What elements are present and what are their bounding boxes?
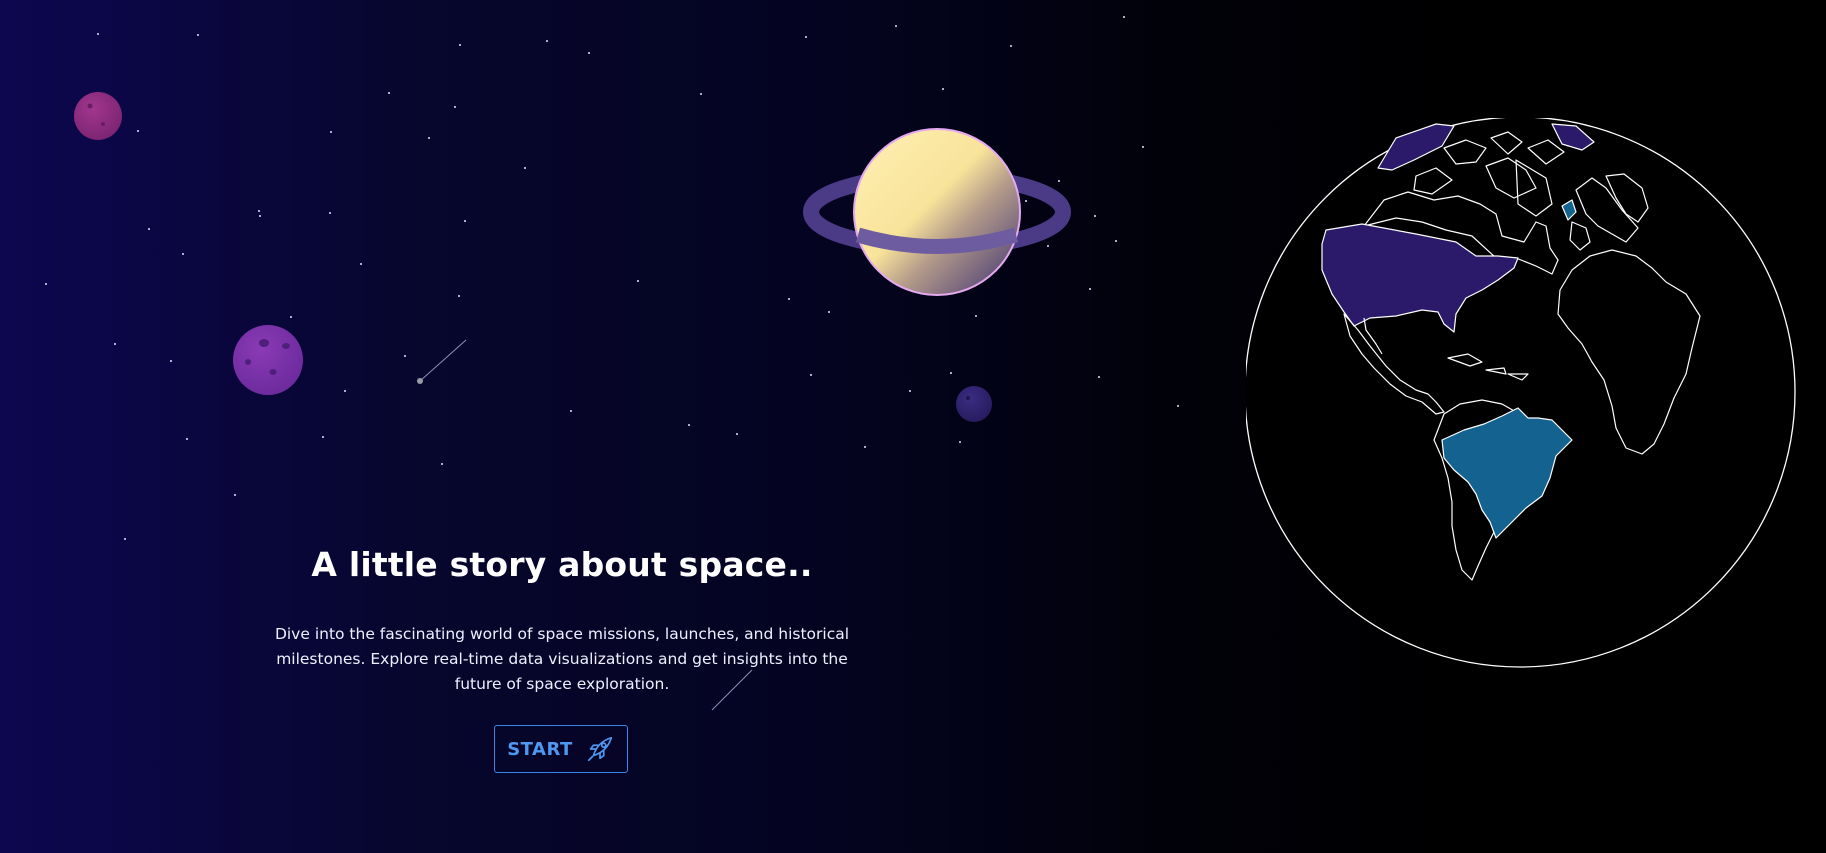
magenta-planet (74, 92, 122, 140)
page-title: A little story about space.. (311, 545, 813, 584)
shooting-star (417, 339, 467, 384)
star (1177, 405, 1179, 407)
hero-section: A little story about space.. Dive into t… (230, 545, 894, 697)
world-globe (1246, 118, 1796, 668)
rocket-icon (587, 736, 612, 762)
start-button[interactable]: START (494, 725, 628, 773)
star (1142, 146, 1144, 148)
purple-planet (233, 325, 303, 395)
star (1115, 240, 1117, 242)
hero-description: Dive into the fascinating world of space… (274, 625, 850, 693)
star (1123, 16, 1125, 18)
small-planet (956, 386, 992, 422)
space-scene (0, 0, 1826, 853)
saturn-planet (803, 128, 1071, 296)
start-button-label: START (507, 738, 573, 760)
